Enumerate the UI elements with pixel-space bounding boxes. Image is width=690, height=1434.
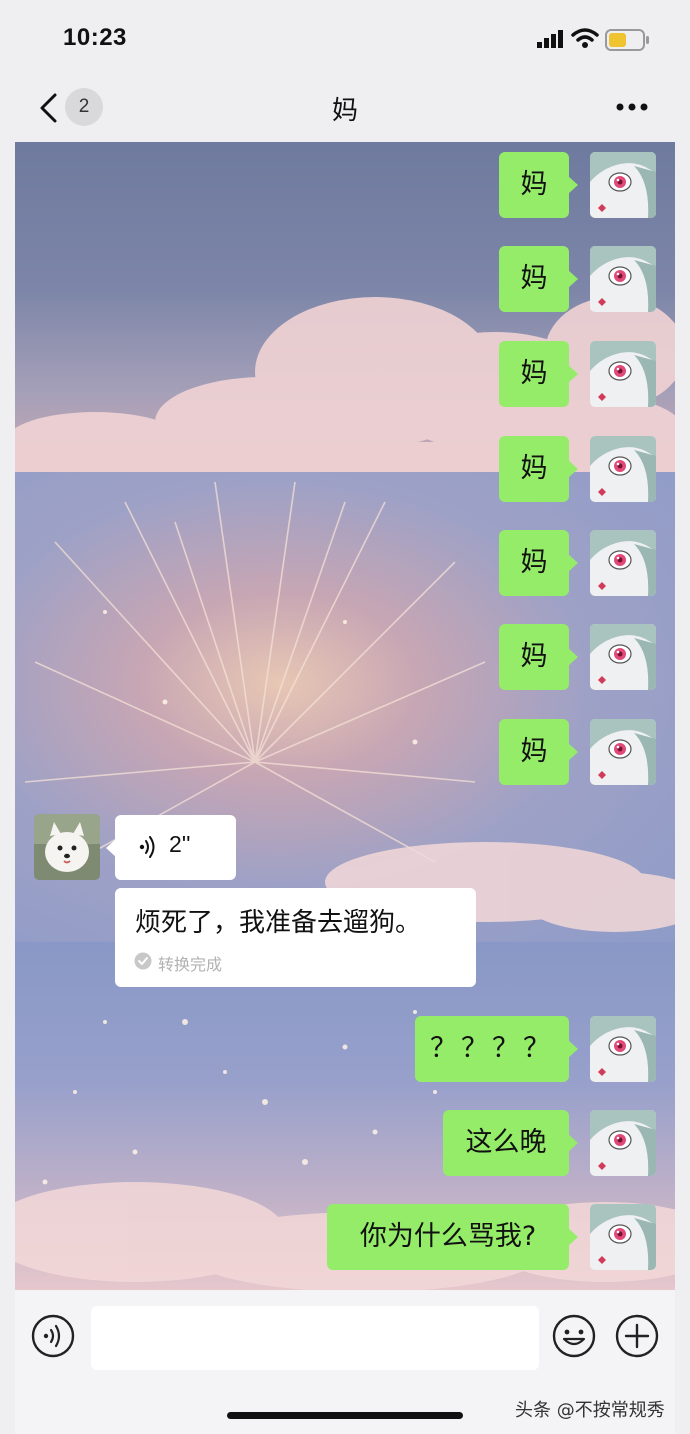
voice-duration: 2''	[169, 831, 191, 857]
wifi-icon	[571, 28, 599, 48]
message-input[interactable]	[91, 1306, 539, 1370]
check-circle-icon	[134, 952, 152, 970]
message-bubble[interactable]: ？？？？	[415, 1016, 578, 1082]
anime-girl-avatar-icon	[590, 341, 656, 407]
home-indicator[interactable]	[227, 1412, 463, 1419]
my-avatar[interactable]	[590, 530, 656, 596]
status-time: 10:23	[63, 24, 127, 51]
anime-girl-avatar-icon	[590, 719, 656, 785]
anime-girl-avatar-icon	[590, 530, 656, 596]
my-avatar[interactable]	[590, 1016, 656, 1082]
nav-bar: 2 妈	[15, 78, 675, 142]
voice-toggle-icon[interactable]	[31, 1314, 75, 1358]
message-bubble[interactable]: 妈	[499, 719, 578, 785]
message-bubble[interactable]: 妈	[499, 530, 578, 596]
message-list[interactable]: 妈 妈 妈 妈 妈 妈 妈 2'' 烦死了，我准备去遛狗。 转换完成 ？？？？ …	[15, 142, 675, 1290]
contact-avatar[interactable]	[34, 814, 100, 880]
anime-girl-avatar-icon	[590, 1110, 656, 1176]
chat-screen: 10:23 2 妈 妈 妈 妈 妈 妈 妈 妈 2'' 烦死了，我准备去遛狗。 …	[15, 0, 675, 1434]
samoyed-dog-avatar-icon	[34, 814, 100, 880]
back-icon[interactable]	[37, 92, 59, 124]
my-avatar[interactable]	[590, 1110, 656, 1176]
message-bubble[interactable]: 妈	[499, 436, 578, 502]
my-avatar[interactable]	[590, 624, 656, 690]
chat-title: 妈	[331, 96, 358, 126]
my-avatar[interactable]	[590, 436, 656, 502]
my-avatar[interactable]	[590, 719, 656, 785]
transcript-status: 转换完成	[158, 955, 223, 974]
unread-count-badge[interactable]: 2	[65, 88, 103, 126]
chat-background-art	[15, 297, 675, 1290]
voice-transcript-text: 烦死了，我准备去遛狗。	[135, 908, 422, 938]
anime-girl-avatar-icon	[590, 246, 656, 312]
anime-girl-avatar-icon	[590, 1204, 656, 1270]
message-bubble[interactable]: 这么晚	[443, 1110, 578, 1176]
anime-girl-avatar-icon	[590, 1016, 656, 1082]
watermark: 头条 @不按常规秀	[515, 1400, 665, 1421]
emoji-icon[interactable]	[552, 1314, 596, 1358]
my-avatar[interactable]	[590, 341, 656, 407]
my-avatar[interactable]	[590, 246, 656, 312]
message-bubble[interactable]: 妈	[499, 341, 578, 407]
anime-girl-avatar-icon	[590, 152, 656, 218]
voice-wave-icon	[139, 836, 155, 858]
plus-icon[interactable]	[615, 1314, 659, 1358]
my-avatar[interactable]	[590, 1204, 656, 1270]
message-bubble[interactable]: 你为什么骂我?	[327, 1204, 578, 1270]
battery-icon	[605, 29, 649, 51]
message-bubble[interactable]: 妈	[499, 246, 578, 312]
my-avatar[interactable]	[590, 152, 656, 218]
voice-message-bubble[interactable]: 2''	[106, 815, 236, 880]
status-bar: 10:23	[15, 0, 675, 78]
message-bubble[interactable]: 妈	[499, 152, 578, 218]
voice-transcript-bubble[interactable]: 烦死了，我准备去遛狗。 转换完成	[115, 888, 476, 987]
anime-girl-avatar-icon	[590, 436, 656, 502]
cellular-signal-icon	[537, 30, 563, 48]
more-icon[interactable]	[615, 102, 649, 112]
message-bubble[interactable]: 妈	[499, 624, 578, 690]
anime-girl-avatar-icon	[590, 624, 656, 690]
